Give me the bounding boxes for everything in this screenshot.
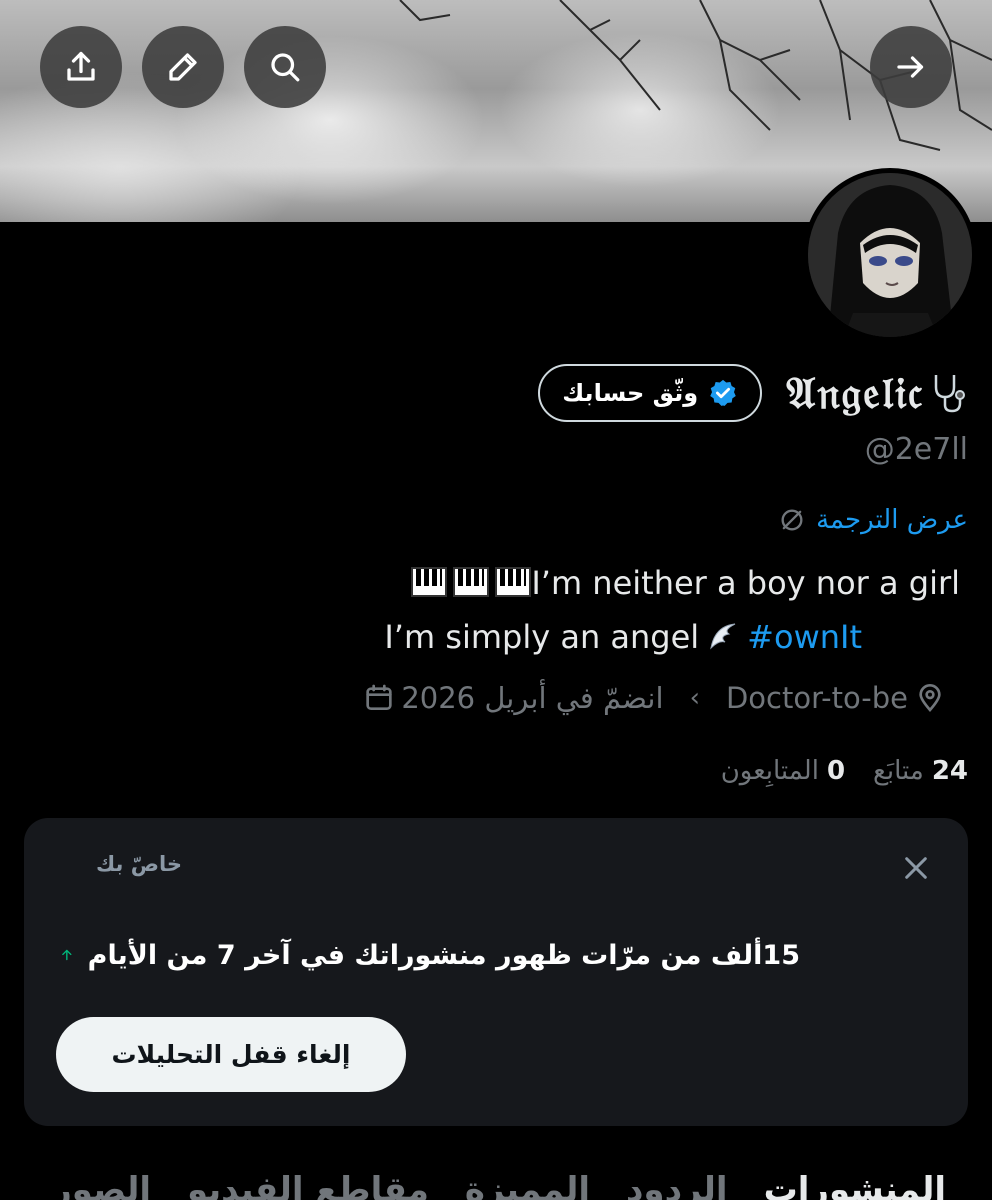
- follow-counts: 24 متابَع 0 المتابِعون: [721, 756, 968, 786]
- avatar[interactable]: [803, 168, 977, 342]
- location: Doctor-to-be: [726, 681, 946, 715]
- share-button[interactable]: [40, 26, 122, 108]
- piano-emoji: [453, 567, 490, 597]
- display-name-text: 𝔄𝔫𝔤𝔢𝔩𝔦𝔠: [786, 367, 924, 419]
- following-link[interactable]: 24 متابَع: [873, 756, 968, 786]
- stethoscope-icon: [934, 375, 965, 413]
- following-count: 24: [931, 756, 968, 786]
- handle: @2e7ll: [864, 432, 968, 467]
- calendar-icon: [366, 684, 392, 710]
- arrow-up-icon: [62, 949, 72, 961]
- bio-line-1-text: I’m neither a boy nor a girl: [531, 564, 960, 602]
- share-icon: [67, 51, 95, 81]
- card-title: 15ألف من مرّات ظهور منشوراتك في آخر 7 من…: [60, 938, 800, 972]
- following-label: متابَع: [873, 756, 924, 786]
- unlock-analytics-button[interactable]: إلغاء قفل التحليلات: [56, 1017, 406, 1092]
- card-title-text: 15ألف من مرّات ظهور منشوراتك في آخر 7 من…: [87, 939, 800, 971]
- profile-tabs: المنشورات الردود المميزة مقاطع الفيديو ا…: [0, 1160, 992, 1200]
- profile-meta: Doctor-to-be ‹ انضمّ في أبريل 2026: [363, 676, 946, 720]
- followers-link[interactable]: 0 المتابِعون: [721, 756, 845, 786]
- display-name: 𝔄𝔫𝔤𝔢𝔩𝔦𝔠: [786, 368, 970, 419]
- piano-emoji: [495, 567, 532, 597]
- join-date: انضمّ في أبريل 2026: [363, 681, 664, 715]
- piano-emoji: [411, 567, 448, 597]
- bio-line-2: I’m simply an angel #ownIt: [260, 610, 960, 664]
- bio: I’m neither a boy nor a girl I’m simply …: [260, 556, 960, 664]
- tab-posts[interactable]: المنشورات: [764, 1160, 946, 1200]
- verify-account-label: وثّق حسابك: [562, 379, 699, 407]
- location-text: Doctor-to-be: [725, 681, 908, 715]
- close-button[interactable]: [896, 848, 936, 888]
- verify-account-button[interactable]: وثّق حسابك: [538, 364, 763, 422]
- pencil-icon: [169, 53, 197, 81]
- hashtag-link[interactable]: #ownIt: [747, 618, 862, 656]
- wing-emoji: [710, 623, 736, 650]
- bio-line-1: I’m neither a boy nor a girl: [260, 556, 960, 610]
- tab-photos[interactable]: الصور: [52, 1160, 151, 1200]
- location-pin-icon: [919, 684, 941, 713]
- search-icon: [271, 53, 300, 82]
- avatar-illustration: [808, 173, 972, 337]
- tab-highlights[interactable]: المميزة: [465, 1160, 590, 1200]
- card-label: خاصّ بك: [95, 852, 182, 876]
- tab-replies[interactable]: الردود: [626, 1160, 728, 1200]
- arrow-right-icon: [897, 56, 924, 78]
- chevron-left-icon: ‹: [689, 683, 700, 713]
- edit-button[interactable]: [142, 26, 224, 108]
- translate-label: عرض الترجمة: [816, 505, 968, 535]
- followers-count: 0: [826, 756, 846, 786]
- search-button[interactable]: [244, 26, 326, 108]
- join-date-text: انضمّ في أبريل 2026: [401, 681, 664, 715]
- bio-line-2-text: I’m simply an angel: [384, 618, 700, 656]
- translate-link[interactable]: عرض الترجمة: [778, 505, 968, 535]
- close-icon: [905, 857, 927, 879]
- translate-icon: [781, 509, 803, 531]
- name-row: 𝔄𝔫𝔤𝔢𝔩𝔦𝔠 وثّق حسابك: [538, 362, 970, 424]
- followers-label: المتابِعون: [720, 756, 819, 786]
- back-button[interactable]: [870, 26, 952, 108]
- tab-videos[interactable]: مقاطع الفيديو: [187, 1160, 429, 1200]
- verified-badge-icon: [710, 379, 736, 406]
